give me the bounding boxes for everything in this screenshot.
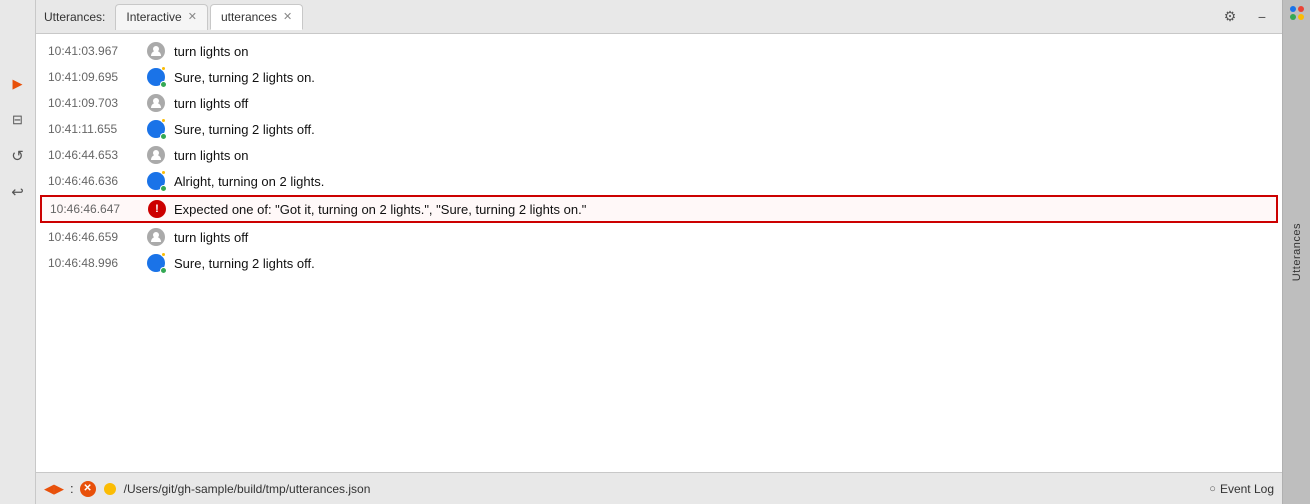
toolbar-right: ⚙ − (1218, 5, 1274, 29)
table-row: 10:41:03.967 turn lights on (36, 38, 1282, 64)
main-content: Utterances: Interactive ✕ utterances ✕ ⚙… (36, 0, 1282, 504)
event-log-circle-icon: ○ (1209, 483, 1216, 495)
avatar (146, 119, 166, 139)
message-text: turn lights off (174, 96, 1270, 111)
dot-blue (1290, 6, 1296, 12)
timestamp: 10:46:46.636 (48, 174, 138, 188)
tab-utterances[interactable]: utterances ✕ (210, 4, 303, 30)
google-dots (1290, 6, 1304, 20)
avatar (146, 145, 166, 165)
settings-button[interactable]: ⚙ (1218, 5, 1242, 29)
minimize-button[interactable]: − (1250, 5, 1274, 29)
right-sidebar: Utterances (1282, 0, 1310, 504)
undo-icon: ↩ (11, 183, 24, 201)
table-row: 10:41:09.703 turn lights off (36, 90, 1282, 116)
right-sidebar-label: Utterances (1291, 223, 1303, 281)
minus-icon: − (1258, 9, 1266, 25)
play-icon: ▶ (13, 76, 23, 92)
tabbar-label: Utterances: (44, 10, 105, 24)
tab-bar: Utterances: Interactive ✕ utterances ✕ ⚙… (36, 0, 1282, 34)
file-path: /Users/git/gh-sample/build/tmp/utterance… (124, 482, 371, 496)
user-avatar (147, 228, 165, 246)
tab-interactive[interactable]: Interactive ✕ (115, 4, 208, 30)
error-row: 10:46:46.647 ! Expected one of: "Got it,… (40, 195, 1278, 223)
bottom-bar: ◀▶ : ✕ /Users/git/gh-sample/build/tmp/ut… (36, 472, 1282, 504)
avatar (146, 93, 166, 113)
event-log-button[interactable]: ○ Event Log (1209, 482, 1274, 496)
play-small-icon: ◀▶ (44, 481, 64, 497)
message-text: Sure, turning 2 lights on. (174, 70, 1270, 85)
message-text: Alright, turning on 2 lights. (174, 174, 1270, 189)
error-text: Expected one of: "Got it, turning on 2 l… (174, 202, 1268, 217)
table-row: 10:41:11.655 Sure, turning 2 lights off. (36, 116, 1282, 142)
table-row: 10:46:46.659 turn lights off (36, 224, 1282, 250)
timestamp: 10:41:03.967 (48, 44, 138, 58)
table-row: 10:46:48.996 Sure, turning 2 lights off. (36, 250, 1282, 276)
avatar (146, 67, 166, 87)
user-avatar (147, 94, 165, 112)
timestamp: 10:46:44.653 (48, 148, 138, 162)
error-icon: ! (148, 200, 166, 218)
list-button[interactable]: ⊟ (4, 106, 32, 134)
table-row: 10:46:44.653 turn lights on (36, 142, 1282, 168)
bottom-left-icons: ◀▶ : ✕ (44, 481, 96, 497)
tab-interactive-label: Interactive (126, 10, 181, 24)
avatar (146, 253, 166, 273)
avatar (146, 227, 166, 247)
table-row: 10:41:09.695 Sure, turning 2 lights on. (36, 64, 1282, 90)
refresh-icon: ↺ (11, 147, 24, 165)
play-button[interactable]: ▶ (4, 70, 32, 98)
table-row: 10:46:46.636 Alright, turning on 2 light… (36, 168, 1282, 194)
timestamp: 10:46:46.647 (50, 202, 140, 216)
timestamp: 10:41:09.695 (48, 70, 138, 84)
dot-green (1290, 14, 1296, 20)
colon-label: : (70, 481, 74, 496)
avatar (146, 171, 166, 191)
refresh-button[interactable]: ↺ (4, 142, 32, 170)
list-icon: ⊟ (12, 112, 23, 128)
event-log-label: Event Log (1220, 482, 1274, 496)
gear-icon: ⚙ (1224, 8, 1237, 25)
timestamp: 10:41:09.703 (48, 96, 138, 110)
tab-interactive-close[interactable]: ✕ (188, 12, 197, 23)
message-text: Sure, turning 2 lights off. (174, 256, 1270, 271)
tab-utterances-close[interactable]: ✕ (283, 12, 292, 23)
left-toolbar: ▶ ⊟ ↺ ↩ (0, 0, 36, 504)
message-text: Sure, turning 2 lights off. (174, 122, 1270, 137)
message-text: turn lights on (174, 148, 1270, 163)
undo-button[interactable]: ↩ (4, 178, 32, 206)
message-text: turn lights off (174, 230, 1270, 245)
timestamp: 10:41:11.655 (48, 122, 138, 136)
user-avatar (147, 42, 165, 60)
tab-utterances-label: utterances (221, 10, 277, 24)
file-dot-icon (104, 483, 116, 495)
timestamp: 10:46:48.996 (48, 256, 138, 270)
utterances-list[interactable]: 10:41:03.967 turn lights on 10:41:09.695… (36, 34, 1282, 472)
avatar (146, 41, 166, 61)
timestamp: 10:46:46.659 (48, 230, 138, 244)
dot-yellow (1298, 14, 1304, 20)
message-text: turn lights on (174, 44, 1270, 59)
user-avatar (147, 146, 165, 164)
error-x-icon: ✕ (80, 481, 96, 497)
dot-red (1298, 6, 1304, 12)
